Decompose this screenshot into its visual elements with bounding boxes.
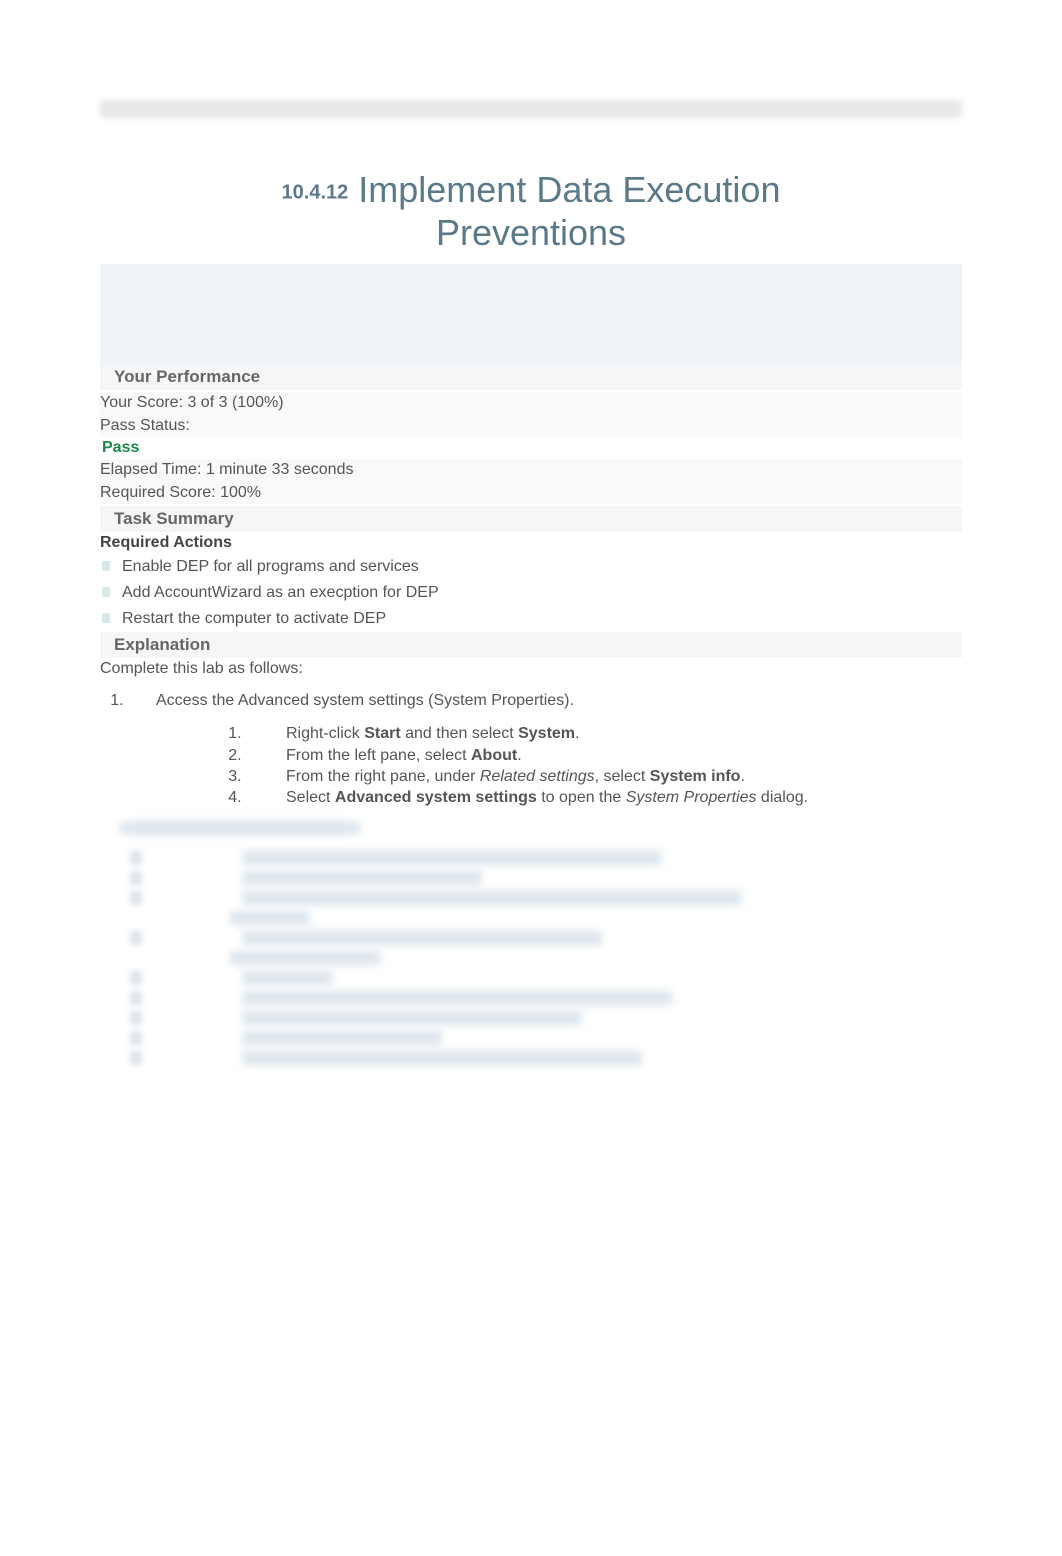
required-actions-list: Enable DEP for all programs and services… xyxy=(100,554,962,632)
page-title: 10.4.12 Implement Data Execution Prevent… xyxy=(100,168,962,254)
list-item: Add AccountWizard as an execption for DE… xyxy=(100,580,962,606)
performance-body: Your Score: 3 of 3 (100%) Pass Status: P… xyxy=(100,390,962,506)
redacted-header-bar xyxy=(100,100,962,118)
explanation-steps: Access the Advanced system settings (Sys… xyxy=(100,692,962,807)
explanation-header: Explanation xyxy=(100,632,962,658)
required-score: Required Score: 100% xyxy=(100,482,962,505)
substep: From the left pane, select About. xyxy=(246,746,962,765)
pass-status-value: Pass xyxy=(100,438,962,459)
score-line: Your Score: 3 of 3 (100%) xyxy=(100,392,962,415)
substep: Select Advanced system settings to open … xyxy=(246,788,962,807)
spacer-band xyxy=(100,264,962,364)
list-item: Enable DEP for all programs and services xyxy=(100,554,962,580)
page-title-block: 10.4.12 Implement Data Execution Prevent… xyxy=(100,168,962,254)
pass-status-label: Pass Status: xyxy=(100,415,962,438)
step-1-text: Access the Advanced system settings (Sys… xyxy=(156,692,574,709)
required-actions-label: Required Actions xyxy=(100,532,962,554)
list-item: Restart the computer to activate DEP xyxy=(100,606,962,632)
elapsed-time: Elapsed Time: 1 minute 33 seconds xyxy=(100,459,962,482)
substep: From the right pane, under Related setti… xyxy=(246,767,962,786)
your-performance-header: Your Performance xyxy=(100,364,962,390)
step-1: Access the Advanced system settings (Sys… xyxy=(128,692,962,807)
title-number: 10.4.12 xyxy=(282,181,349,203)
substep: Right-click Start and then select System… xyxy=(246,724,962,743)
step-1-substeps: Right-click Start and then select System… xyxy=(156,724,962,807)
title-text-line1: Implement Data Execution xyxy=(358,169,780,210)
title-text-line2: Preventions xyxy=(436,212,626,253)
task-summary-header: Task Summary xyxy=(100,506,962,532)
redacted-content xyxy=(100,821,962,1065)
explanation-intro: Complete this lab as follows: xyxy=(100,658,962,692)
